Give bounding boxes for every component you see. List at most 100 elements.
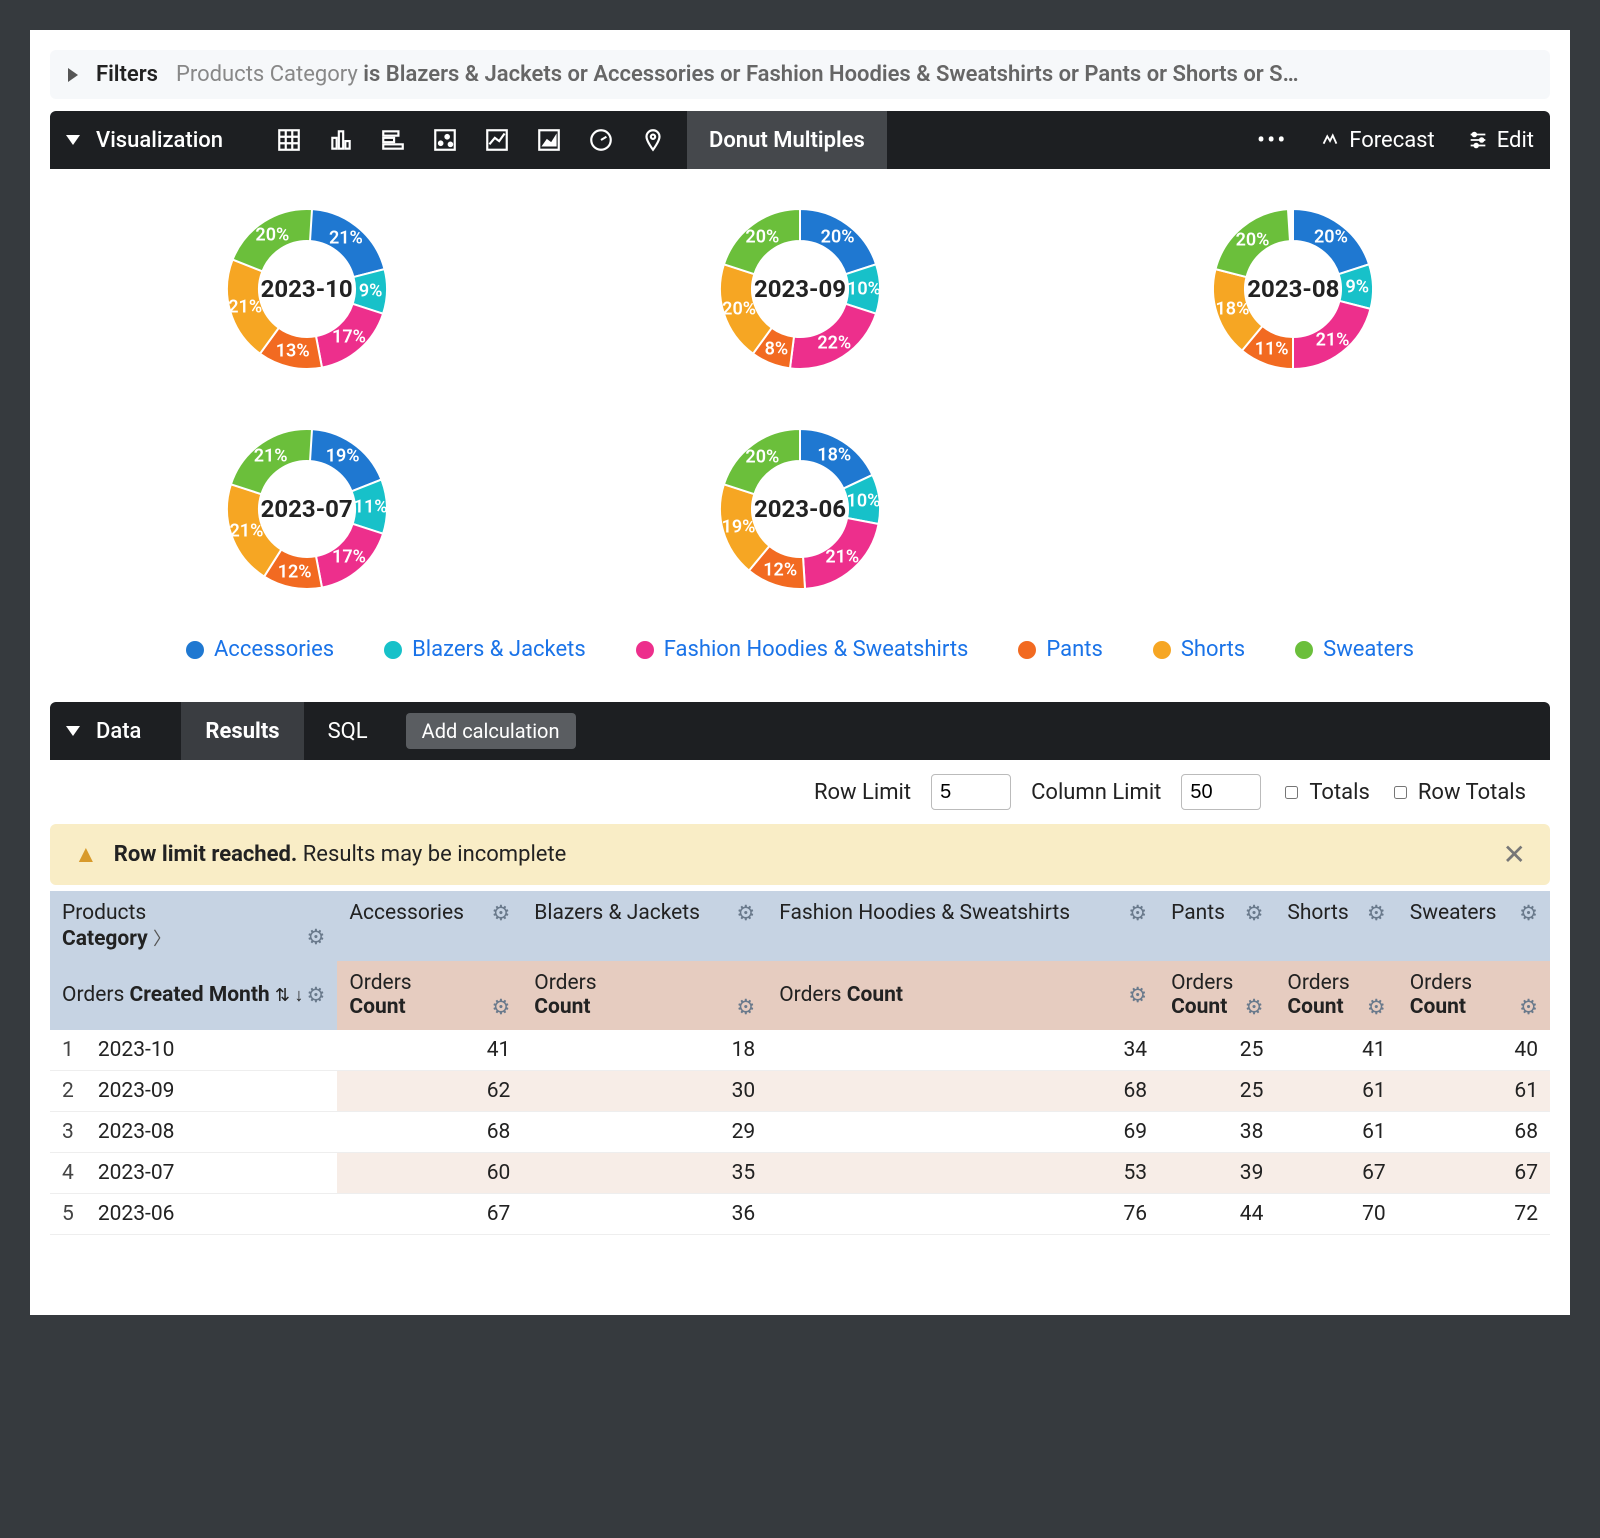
pivot-header[interactable]: Accessories⚙ [337, 891, 522, 961]
visualization-label: Visualization [96, 128, 223, 153]
legend-item[interactable]: Shorts [1153, 637, 1245, 662]
totals-checkbox[interactable]: Totals [1281, 780, 1369, 805]
measure-header[interactable]: OrdersCount⚙ [1398, 961, 1550, 1030]
row-number: 3 [50, 1112, 86, 1153]
gear-icon[interactable]: ⚙ [491, 995, 510, 1020]
legend-dot [1295, 641, 1313, 659]
chevron-down-icon[interactable] [66, 726, 80, 736]
legend-item[interactable]: Fashion Hoodies & Sweatshirts [636, 637, 969, 662]
row-number: 5 [50, 1194, 86, 1235]
slice-label: 20% [821, 227, 855, 248]
donut-2023-09[interactable]: 2023-0920%10%22%8%20%20% [700, 189, 900, 389]
slice-label: 9% [1345, 276, 1369, 297]
viz-area-icon[interactable] [527, 118, 571, 162]
value-cell: 39 [1159, 1153, 1275, 1194]
gear-icon[interactable]: ⚙ [736, 901, 755, 926]
gear-icon[interactable]: ⚙ [1128, 983, 1147, 1008]
slice-label: 12% [763, 559, 797, 580]
add-calculation-button[interactable]: Add calculation [406, 713, 576, 749]
table-row: 12023-10411834254140 [50, 1030, 1550, 1071]
month-cell: 2023-06 [86, 1194, 338, 1235]
gear-icon[interactable]: ⚙ [736, 995, 755, 1020]
value-cell: 44 [1159, 1194, 1275, 1235]
row-totals-checkbox[interactable]: Row Totals [1390, 780, 1526, 805]
filters-summary: Products Category is Blazers & Jackets o… [176, 62, 1532, 87]
row-limit-input[interactable] [931, 774, 1011, 810]
pivot-header[interactable]: Shorts⚙ [1275, 891, 1397, 961]
value-cell: 41 [1275, 1030, 1397, 1071]
slice-label: 21% [825, 547, 859, 568]
slice-label: 18% [1216, 298, 1250, 319]
viz-map-icon[interactable] [631, 118, 675, 162]
measure-header[interactable]: OrdersCount⚙ [337, 961, 522, 1030]
forecast-button[interactable]: Forecast [1303, 128, 1450, 153]
gear-icon[interactable]: ⚙ [1519, 901, 1538, 926]
measure-header[interactable]: OrdersCount⚙ [1275, 961, 1397, 1030]
value-cell: 35 [522, 1153, 767, 1194]
dimension-header[interactable]: ProductsCategory 〉⚙ [50, 891, 337, 961]
legend-label: Blazers & Jackets [412, 637, 586, 662]
value-cell: 29 [522, 1112, 767, 1153]
value-cell: 53 [767, 1153, 1159, 1194]
viz-scatter-icon[interactable] [423, 118, 467, 162]
orders-month-header[interactable]: Orders Created Month ⇅ ↓⚙ [50, 961, 337, 1030]
value-cell: 30 [522, 1071, 767, 1112]
viz-more-button[interactable]: ••• [1241, 126, 1303, 154]
slice-label: 11% [354, 496, 388, 517]
gear-icon[interactable]: ⚙ [307, 925, 326, 950]
pivot-header[interactable]: Blazers & Jackets⚙ [522, 891, 767, 961]
value-cell: 68 [337, 1112, 522, 1153]
pivot-header[interactable]: Pants⚙ [1159, 891, 1275, 961]
slice-label: 20% [722, 298, 756, 319]
gear-icon[interactable]: ⚙ [491, 901, 510, 926]
viz-column-icon[interactable] [319, 118, 363, 162]
gear-icon[interactable]: ⚙ [1519, 995, 1538, 1020]
pivot-header[interactable]: Fashion Hoodies & Sweatshirts⚙ [767, 891, 1159, 961]
visualization-bar: Visualization Donut Multiples ••• Foreca… [50, 111, 1550, 169]
gear-icon[interactable]: ⚙ [307, 983, 326, 1008]
viz-type-active[interactable]: Donut Multiples [687, 111, 887, 169]
measure-header[interactable]: Orders Count⚙ [767, 961, 1159, 1030]
legend-item[interactable]: Blazers & Jackets [384, 637, 586, 662]
gear-icon[interactable]: ⚙ [1128, 901, 1147, 926]
slice-label: 20% [745, 227, 779, 248]
legend-dot [1153, 641, 1171, 659]
donut-2023-07[interactable]: 2023-0719%11%17%12%21%21% [207, 409, 407, 609]
viz-line-icon[interactable] [475, 118, 519, 162]
donut-2023-10[interactable]: 2023-1021%9%17%13%21%20% [207, 189, 407, 389]
viz-gauge-icon[interactable] [579, 118, 623, 162]
slice-label: 21% [228, 296, 262, 317]
chevron-down-icon[interactable] [66, 135, 80, 145]
close-icon[interactable]: ✕ [1503, 838, 1526, 871]
donut-2023-08[interactable]: 2023-0820%9%21%11%18%20% [1193, 189, 1393, 389]
slice-label: 10% [847, 490, 881, 511]
legend-item[interactable]: Sweaters [1295, 637, 1414, 662]
filters-bar[interactable]: Filters Products Category is Blazers & J… [50, 50, 1550, 99]
slice-label: 18% [817, 444, 851, 465]
tab-results[interactable]: Results [181, 702, 303, 760]
tab-sql[interactable]: SQL [304, 702, 392, 760]
legend-dot [636, 641, 654, 659]
gear-icon[interactable]: ⚙ [1245, 995, 1264, 1020]
column-limit-input[interactable] [1181, 774, 1261, 810]
edit-button[interactable]: Edit [1451, 128, 1550, 153]
row-limit-warning: ▲ Row limit reached. Results may be inco… [50, 824, 1550, 885]
measure-header[interactable]: OrdersCount⚙ [1159, 961, 1275, 1030]
donut-2023-06[interactable]: 2023-0618%10%21%12%19%20% [700, 409, 900, 609]
slice-label: 20% [255, 224, 289, 245]
dots-icon: ••• [1257, 126, 1287, 154]
slice-label: 21% [1316, 329, 1350, 350]
gear-icon[interactable]: ⚙ [1367, 901, 1386, 926]
value-cell: 67 [1398, 1153, 1550, 1194]
legend-item[interactable]: Pants [1018, 637, 1102, 662]
pivot-header[interactable]: Sweaters⚙ [1398, 891, 1550, 961]
slice-label: 17% [332, 547, 366, 568]
month-cell: 2023-08 [86, 1112, 338, 1153]
viz-table-icon[interactable] [267, 118, 311, 162]
slice-label: 10% [847, 279, 881, 300]
gear-icon[interactable]: ⚙ [1367, 995, 1386, 1020]
gear-icon[interactable]: ⚙ [1245, 901, 1264, 926]
measure-header[interactable]: OrdersCount⚙ [522, 961, 767, 1030]
viz-bar-icon[interactable] [371, 118, 415, 162]
legend-item[interactable]: Accessories [186, 637, 334, 662]
